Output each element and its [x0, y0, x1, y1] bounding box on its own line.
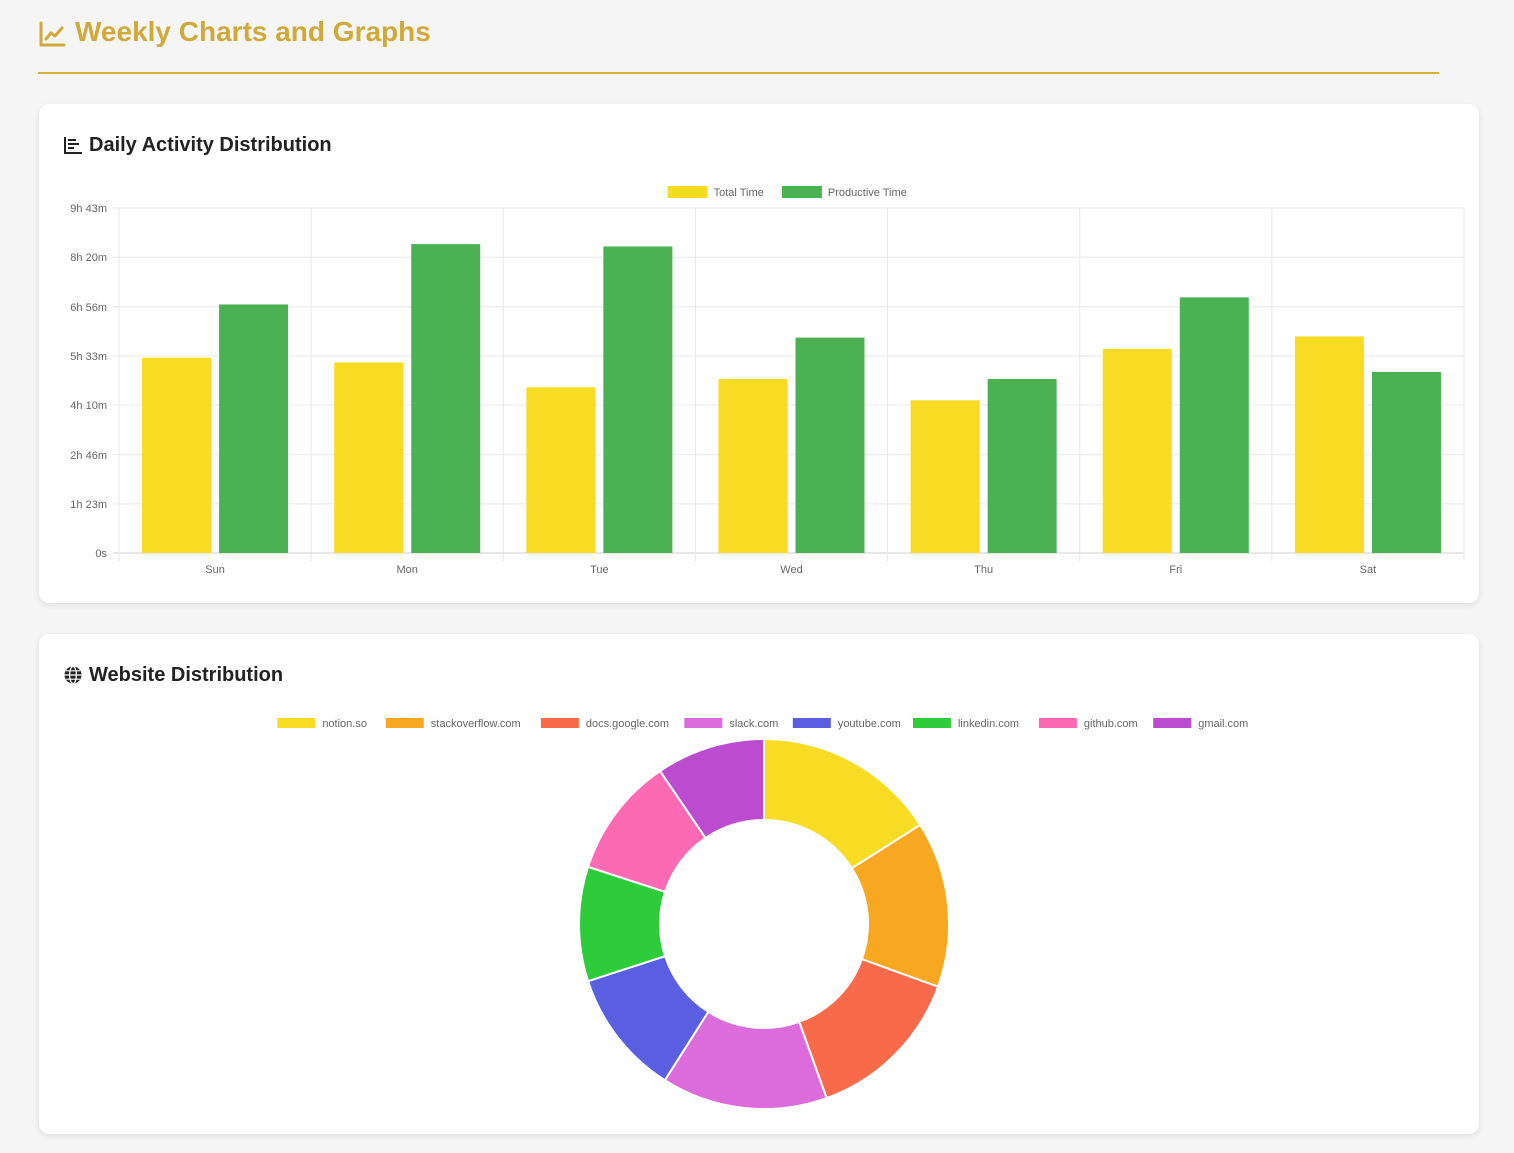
y-tick-label: 6h 56m: [70, 302, 107, 314]
legend-label: Total Time: [714, 187, 764, 199]
bar-productive-time: [1371, 371, 1441, 553]
x-tick-label: Thu: [974, 564, 993, 576]
bar-productive-time: [987, 379, 1057, 553]
bar-productive-time: [411, 244, 481, 553]
legend-swatch: [781, 186, 822, 198]
bar-total-time: [334, 362, 404, 553]
bar-total-time: [1102, 348, 1172, 553]
legend-swatch: [792, 718, 831, 728]
legend-label: gmail.com: [1198, 718, 1248, 730]
bar-productive-time: [219, 304, 289, 553]
y-tick-label: 8h 20m: [70, 252, 107, 264]
bar-productive-time: [1179, 297, 1249, 553]
legend-label: youtube.com: [838, 718, 901, 730]
legend-swatch: [667, 186, 708, 198]
daily-activity-card: Daily Activity Distribution 0s 1h 23m 2h 4…: [39, 104, 1479, 603]
x-tick-label: Sun: [205, 564, 225, 576]
page-title: Weekly Charts and Graphs: [75, 16, 431, 47]
y-tick-label: 5h 33m: [70, 351, 107, 363]
legend-label: notion.so: [322, 718, 367, 730]
bar-total-time: [718, 379, 788, 553]
x-tick-label: Fri: [1169, 564, 1182, 576]
legend-swatch: [684, 718, 723, 728]
legend-swatch: [912, 718, 951, 728]
legend-swatch: [277, 718, 316, 728]
bar-total-time: [1294, 336, 1364, 553]
website-distribution-chart: notion.so stackoverflow.com docs.google.co…: [277, 718, 1248, 1110]
y-tick-label: 1h 23m: [70, 499, 107, 511]
legend-label: docs.google.com: [586, 718, 669, 730]
x-tick-label: Sat: [1360, 564, 1377, 576]
x-tick-label: Tue: [590, 564, 609, 576]
bar-productive-time: [603, 246, 673, 553]
legend-swatch: [385, 718, 424, 728]
page-header: Weekly Charts and Graphs: [38, 14, 1439, 74]
legend-label: slack.com: [729, 718, 778, 730]
legend-label: Productive Time: [828, 187, 907, 199]
legend-swatch: [540, 718, 579, 728]
daily-activity-chart: 0s 1h 23m 2h 46m 4h 10m 5h 33m 6h 56m 8h 20m 9h…: [70, 186, 1465, 576]
legend-label: linkedin.com: [958, 718, 1019, 730]
y-tick-label: 0s: [95, 548, 107, 560]
bar-productive-time: [795, 337, 865, 553]
legend-swatch: [1153, 718, 1192, 728]
x-tick-label: Mon: [397, 564, 418, 576]
legend-label: github.com: [1084, 718, 1138, 730]
x-tick-label: Wed: [780, 564, 802, 576]
y-tick-label: 4h 10m: [70, 400, 107, 412]
bar-total-time: [910, 400, 980, 553]
y-tick-label: 9h 43m: [70, 203, 107, 215]
legend-swatch: [1038, 718, 1077, 728]
bar-total-time: [526, 387, 596, 553]
y-tick-label: 2h 46m: [70, 450, 107, 462]
bar-total-time: [142, 357, 212, 553]
legend-label: stackoverflow.com: [431, 718, 521, 730]
line-chart-icon: [39, 21, 66, 47]
website-distribution-card: Website Distribution notion.so stackoverf…: [39, 634, 1479, 1134]
